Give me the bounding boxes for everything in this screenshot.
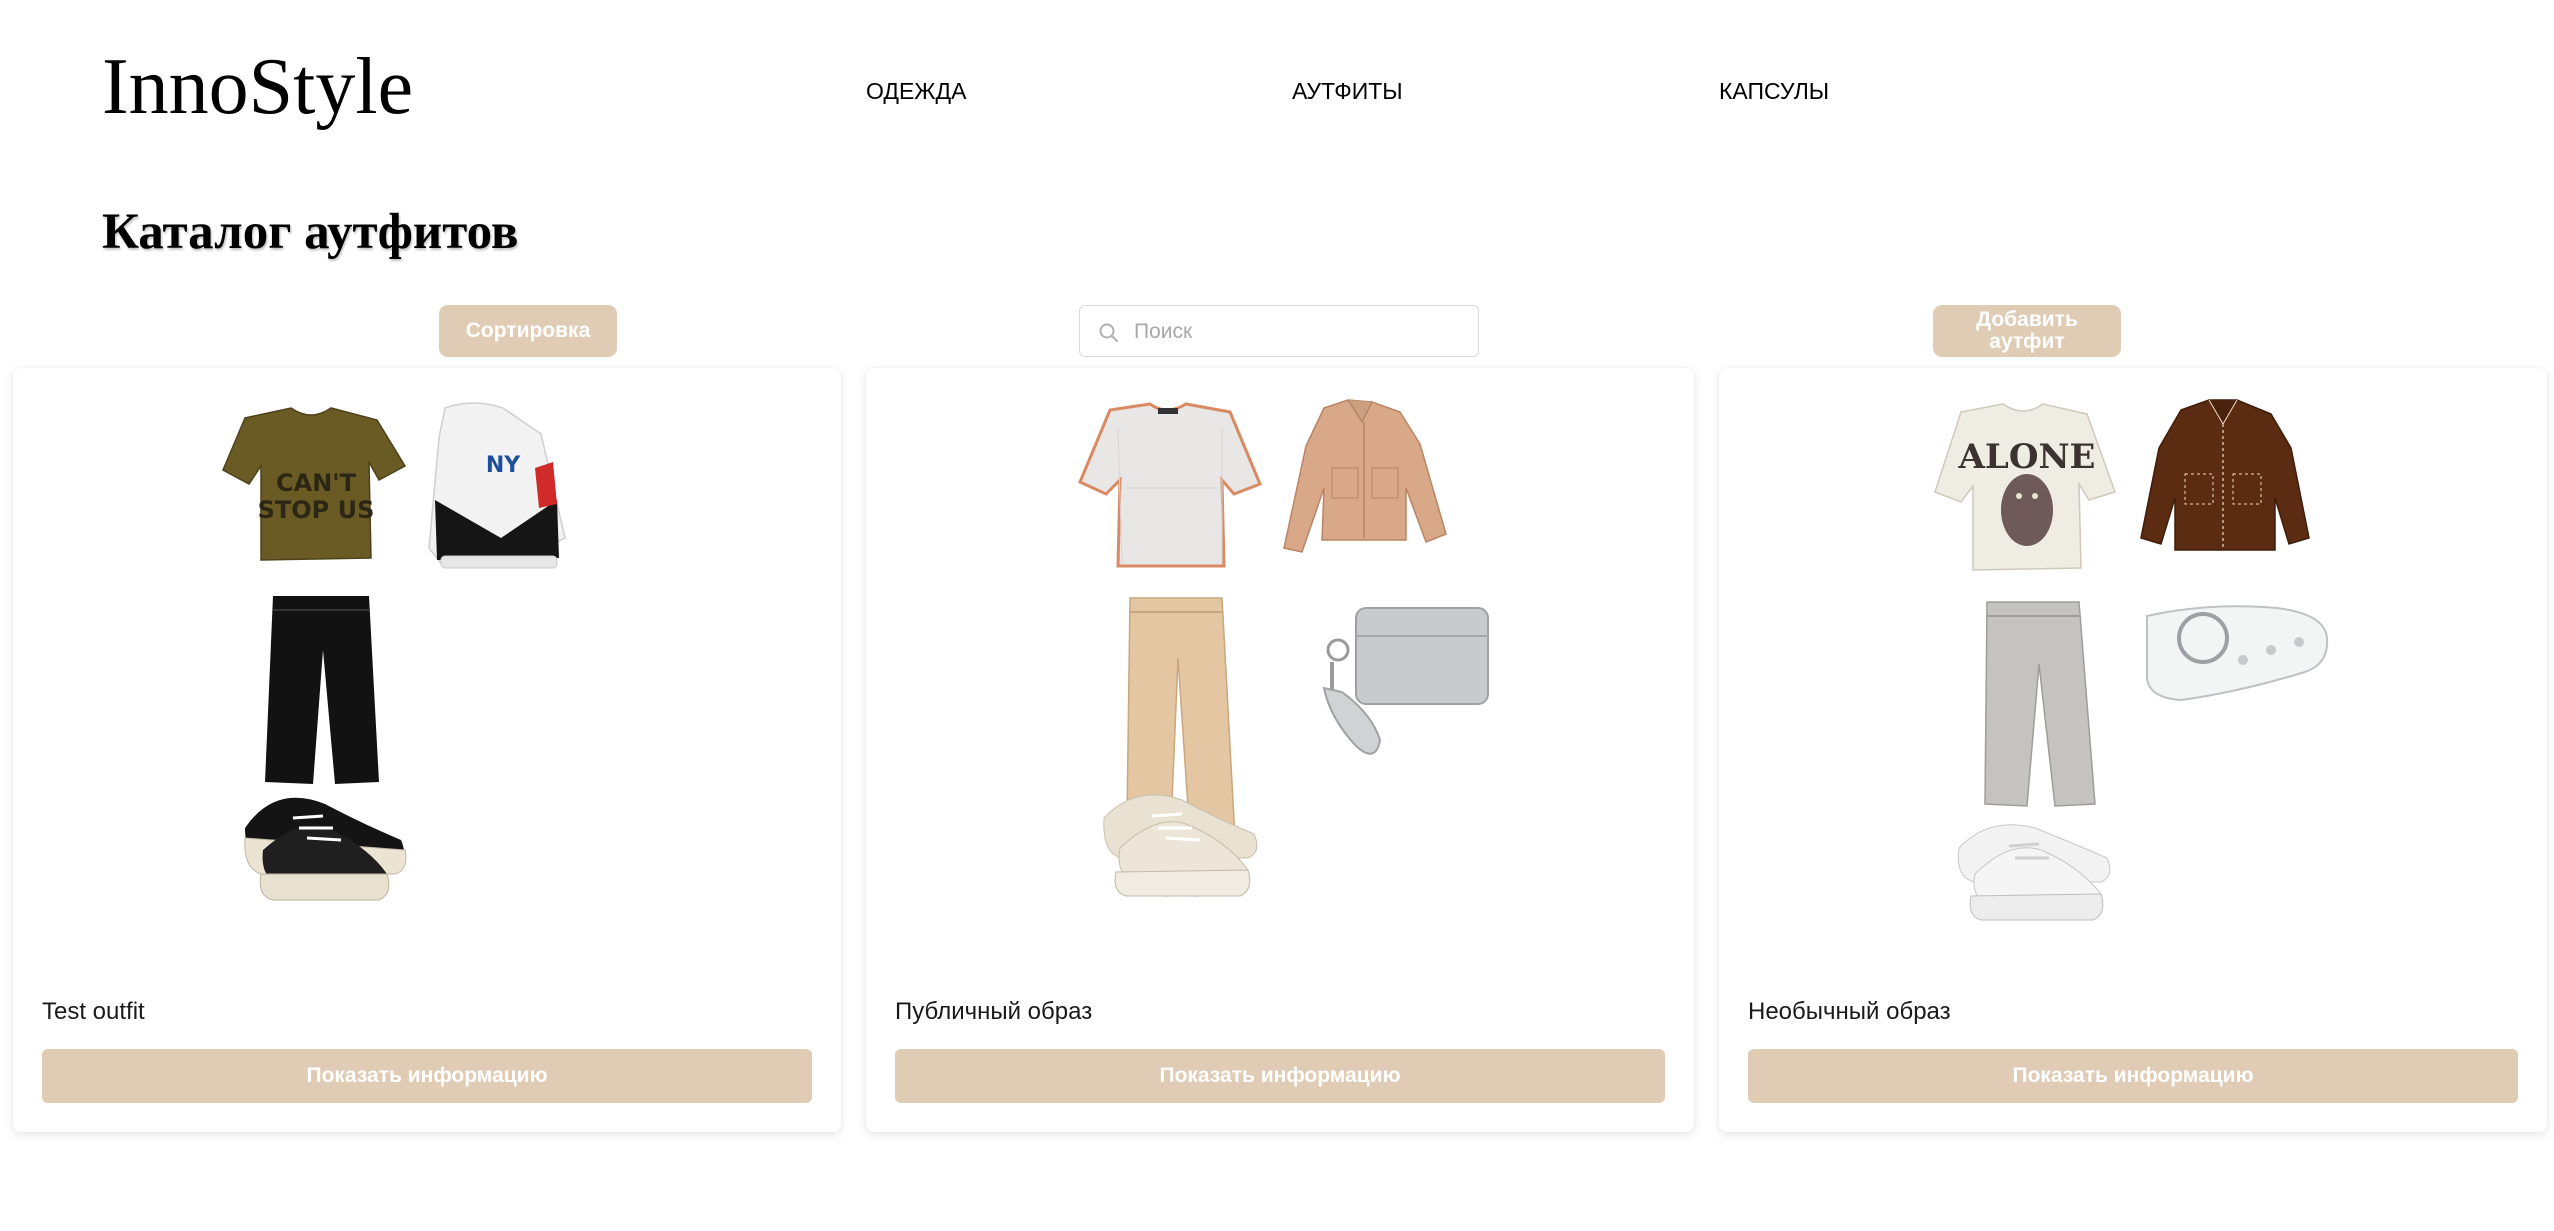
show-info-button[interactable]: Показать информацию xyxy=(895,1049,1665,1103)
tshirt-print-1: CAN'T xyxy=(276,469,357,497)
brown-jacket-icon xyxy=(2140,399,2310,551)
sort-button[interactable]: Сортировка xyxy=(439,305,617,357)
white-sneakers-icon xyxy=(1957,824,2111,921)
outfit-collage-1: CAN'T STOP US NY xyxy=(222,402,566,901)
black-sneakers-icon xyxy=(244,797,407,901)
search-input[interactable] xyxy=(1132,314,1466,350)
show-info-button[interactable]: Показать информацию xyxy=(42,1049,812,1103)
mesh-top-icon xyxy=(1078,402,1262,568)
white-belt-icon xyxy=(2146,605,2329,702)
beige-jacket-icon xyxy=(1283,399,1447,553)
outfit-name: Test outfit xyxy=(42,998,145,1025)
outfit-card: Публичный образ Показать информацию xyxy=(866,368,1694,1132)
black-jeans-icon xyxy=(265,596,379,784)
ny-windbreaker-icon: NY xyxy=(428,402,566,569)
add-outfit-button[interactable]: Добавить аутфит xyxy=(1933,305,2121,357)
svg-text:STOP US: STOP US xyxy=(258,496,375,524)
outfit-card: CAN'T STOP US NY Test outfit Показать ин… xyxy=(13,368,841,1132)
grey-jeans-icon xyxy=(1984,601,2096,807)
svg-text:NY: NY xyxy=(486,453,521,478)
outfit-card: ALONE Необычный образ Показать информаци… xyxy=(1719,368,2547,1132)
olive-tshirt-icon: CAN'T STOP US xyxy=(222,407,407,561)
search-icon xyxy=(1099,323,1118,342)
silver-wallet-icon xyxy=(1322,607,1489,755)
nav-outfits[interactable]: АУТФИТЫ xyxy=(1292,78,1403,105)
outfit-name: Публичный образ xyxy=(895,998,1093,1025)
alone-tshirt-icon: ALONE xyxy=(1934,403,2116,571)
nav-capsules[interactable]: КАПСУЛЫ xyxy=(1719,78,1829,105)
nav-clothes[interactable]: ОДЕЖДА xyxy=(866,78,966,105)
outfit-collage-3: ALONE xyxy=(1934,399,2329,921)
search-box[interactable] xyxy=(1079,305,1479,357)
outfit-collage-2 xyxy=(1078,399,1489,897)
page-title: Каталог аутфитов xyxy=(102,204,519,260)
logo[interactable]: InnoStyle xyxy=(102,40,413,135)
show-info-button[interactable]: Показать информацию xyxy=(1748,1049,2518,1103)
svg-text:ALONE: ALONE xyxy=(1958,437,2096,477)
outfit-name: Необычный образ xyxy=(1748,998,1951,1025)
